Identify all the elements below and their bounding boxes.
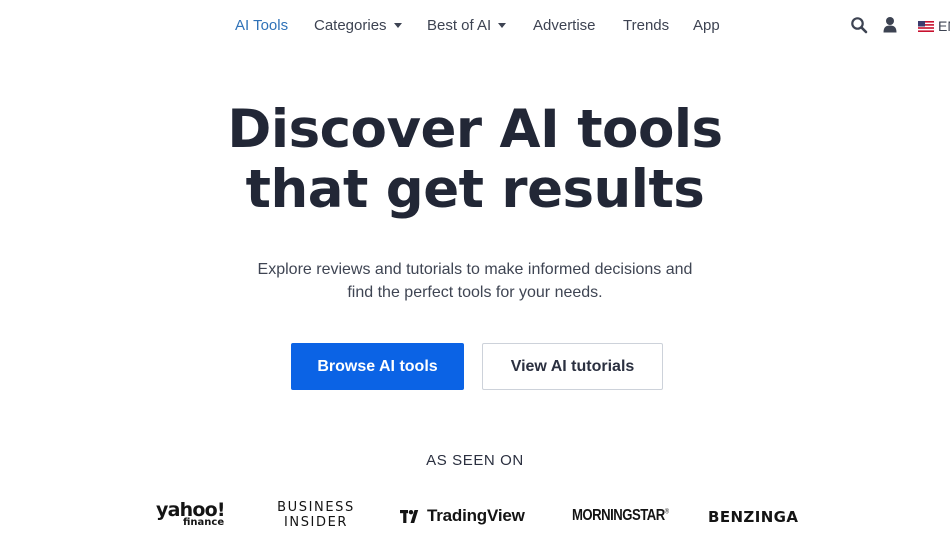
registered-mark-icon: ® [664, 508, 669, 516]
nav-item-label: Trends [623, 17, 670, 34]
morningstar-logo-text: MORNINGSTAR [572, 507, 665, 524]
yahoo-finance-subtext: finance [183, 517, 225, 528]
hero-title-line: Discover AI tools [227, 99, 723, 160]
nav-item-ai-tools[interactable]: AI Tools [235, 16, 288, 36]
user-icon[interactable] [882, 16, 900, 34]
view-ai-tutorials-button[interactable]: View AI tutorials [482, 343, 663, 390]
nav-item-trends[interactable]: Trends [623, 16, 669, 36]
morningstar-logo: MORNINGSTAR® [572, 507, 669, 525]
benzinga-logo: BENZINGA [708, 508, 799, 526]
nav-item-app[interactable]: App [693, 16, 720, 36]
language-label: EN [938, 18, 950, 34]
nav-item-best-of-ai[interactable]: Best of AI [427, 16, 507, 36]
nav-item-categories[interactable]: Categories [314, 16, 402, 36]
language-selector[interactable]: EN [918, 17, 950, 35]
nav-item-label: Advertise [533, 17, 596, 34]
nav-item-label: AI Tools [235, 17, 289, 34]
search-icon[interactable] [850, 16, 868, 34]
tradingview-logo: TradingView [400, 506, 525, 526]
business-insider-line: BUSINESS [277, 500, 355, 515]
tradingview-logo-text: TradingView [427, 506, 525, 525]
business-insider-logo: BUSINESS INSIDER [273, 500, 359, 530]
business-insider-line: INSIDER [283, 515, 349, 530]
hero-title-line: that get results [245, 159, 705, 220]
nav-item-label: Best of AI [427, 17, 492, 34]
hero-subtitle-line: Explore reviews and tutorials to make in… [257, 261, 693, 278]
hero-subtitle-line: find the perfect tools for your needs. [347, 284, 603, 301]
nav-item-advertise[interactable]: Advertise [533, 16, 596, 36]
as-seen-on-heading: AS SEEN ON [426, 452, 524, 469]
chevron-down-icon [498, 22, 507, 28]
yahoo-finance-logo: yahoo! finance [156, 500, 232, 532]
browse-ai-tools-button[interactable]: Browse AI tools [291, 343, 464, 390]
top-navigation: AI Tools Categories Best of AI Advertise… [0, 0, 950, 52]
hero-title: Discover AI tools that get results [0, 100, 950, 220]
hero-subtitle: Explore reviews and tutorials to make in… [0, 258, 950, 304]
nav-item-label: Categories [314, 17, 387, 34]
chevron-down-icon [393, 22, 402, 28]
us-flag-icon [918, 20, 934, 32]
tradingview-mark-icon [400, 509, 419, 523]
nav-item-label: App [693, 17, 720, 34]
